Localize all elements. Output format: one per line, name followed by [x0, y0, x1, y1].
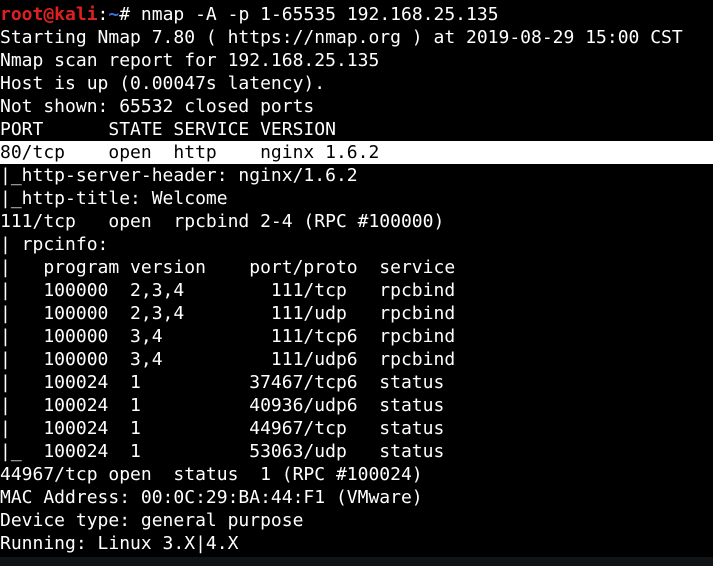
output-line: | 100024 1 44967/tcp status [0, 418, 445, 439]
output-line: |_http-title: Welcome [0, 188, 228, 209]
output-line: | 100000 3,4 111/udp6 rpcbind [0, 349, 456, 370]
output-line: 111/tcp open rpcbind 2-4 (RPC #100000) [0, 211, 445, 232]
output-line: Starting Nmap 7.80 ( https://nmap.org ) … [0, 27, 683, 48]
prompt-symbol: # [119, 4, 131, 25]
output-line: | 100024 1 37467/tcp6 status [0, 372, 445, 393]
output-line: Host is up (0.00047s latency). [0, 73, 326, 94]
output-line: Nmap scan report for 192.168.25.135 [0, 50, 380, 71]
prompt-path: ~ [108, 4, 120, 25]
output-line: |_http-server-header: nginx/1.6.2 [0, 165, 358, 186]
output-line: | 100000 2,3,4 111/udp rpcbind [0, 303, 456, 324]
prompt-user-host: root@kali [0, 4, 98, 25]
output-line: Running: Linux 3.X|4.X [0, 533, 239, 554]
output-line: Not shown: 65532 closed ports [0, 96, 315, 117]
output-line: 44967/tcp open status 1 (RPC #100024) [0, 464, 423, 485]
prompt-separator: : [97, 4, 109, 25]
output-line: | 100000 3,4 111/tcp6 rpcbind [0, 326, 456, 347]
command-prompt-line: root@kali:~# nmap -A -p 1-65535 192.168.… [0, 3, 713, 26]
output-line: | 100024 1 40936/udp6 status [0, 395, 445, 416]
output-line: |_ 100024 1 53063/udp status [0, 441, 445, 462]
output-line: | 100000 2,3,4 111/tcp rpcbind [0, 280, 456, 301]
output-line: | rpcinfo: [0, 234, 109, 255]
output-line-highlighted: 80/tcp open http nginx 1.6.2 [0, 141, 713, 164]
terminal-window[interactable]: root@kali:~# nmap -A -p 1-65535 192.168.… [0, 0, 713, 566]
output-line: Device type: general purpose [0, 510, 304, 531]
output-line: | program version port/proto service [0, 257, 456, 278]
output-line: MAC Address: 00:0C:29:BA:44:F1 (VMware) [0, 487, 423, 508]
command-text: nmap -A -p 1-65535 192.168.25.135 [130, 4, 499, 25]
output-line: PORT STATE SERVICE VERSION [0, 119, 336, 140]
terminal-bottom-edge [0, 557, 713, 566]
